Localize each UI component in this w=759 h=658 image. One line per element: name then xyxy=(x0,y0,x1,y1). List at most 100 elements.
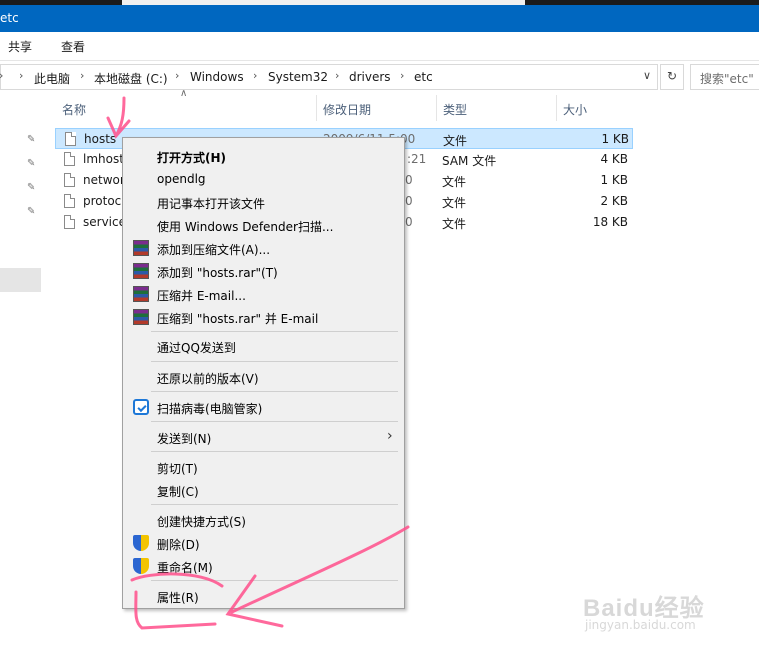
menu-item-label: 重命名(M) xyxy=(157,561,213,575)
menu-item-label: 添加到压缩文件(A)... xyxy=(157,243,271,257)
menu-item-properties[interactable]: 属性(R) xyxy=(123,585,404,607)
file-icon xyxy=(64,215,75,229)
menu-item-rename[interactable]: 重命名(M) xyxy=(123,555,404,577)
menu-item-create-shortcut[interactable]: 创建快捷方式(S) xyxy=(123,509,404,531)
file-date: 0 xyxy=(405,215,413,229)
tencent-shield-icon xyxy=(133,399,149,415)
menu-separator xyxy=(151,580,398,581)
refresh-button[interactable]: ↻ xyxy=(660,64,684,90)
menu-item-label: opendlg xyxy=(157,172,206,186)
menu-item-add-to-hosts-rar[interactable]: 添加到 "hosts.rar"(T) xyxy=(123,260,404,282)
menu-item-defender-scan[interactable]: 使用 Windows Defender扫描... xyxy=(123,214,404,236)
file-type: 文件 xyxy=(442,217,467,231)
menu-item-open-notepad[interactable]: 用记事本打开该文件 xyxy=(123,191,404,213)
address-bar[interactable]: › › 此电脑 › 本地磁盘 (C:) › Windows › System32… xyxy=(0,64,658,90)
breadcrumb-separator: › xyxy=(0,69,3,82)
pin-icon[interactable]: ✎ xyxy=(27,135,37,145)
pin-icon[interactable]: ✎ xyxy=(27,183,37,193)
menu-item-label: 打开方式(H) xyxy=(157,151,227,165)
search-input[interactable]: 搜索"etc" xyxy=(690,64,759,90)
menu-item-copy[interactable]: 复制(C) xyxy=(123,479,404,501)
file-icon xyxy=(65,132,76,146)
menu-separator xyxy=(151,361,398,362)
tab-share[interactable]: 共享 xyxy=(8,38,32,55)
file-size: 18 KB xyxy=(592,215,628,229)
search-placeholder: 搜索"etc" xyxy=(700,72,754,86)
window-title: etc xyxy=(0,11,19,25)
title-bar: etc xyxy=(0,0,759,32)
menu-separator xyxy=(151,331,398,332)
file-size: 2 KB xyxy=(600,194,628,208)
file-type: 文件 xyxy=(442,175,467,189)
menu-item-opendlg[interactable]: opendlg xyxy=(123,168,404,190)
winrar-icon xyxy=(133,286,149,302)
file-name: protoc xyxy=(83,194,122,208)
menu-item-send-via-qq[interactable]: 通过QQ发送到 xyxy=(123,335,404,357)
menu-item-open-with[interactable]: 打开方式(H) xyxy=(123,145,404,167)
refresh-icon: ↻ xyxy=(666,69,678,83)
nav-selected-item[interactable] xyxy=(0,268,41,292)
breadcrumb-drivers[interactable]: drivers xyxy=(349,70,391,84)
breadcrumb-etc[interactable]: etc xyxy=(414,70,433,84)
column-divider[interactable] xyxy=(556,95,557,121)
menu-item-virus-scan[interactable]: 扫描病毒(电脑管家) xyxy=(123,396,404,418)
breadcrumb-this-pc[interactable]: 此电脑 xyxy=(34,70,70,87)
pin-icon[interactable]: ✎ xyxy=(27,207,37,217)
file-name: hosts xyxy=(84,132,117,146)
file-size: 1 KB xyxy=(600,173,628,187)
column-header-type[interactable]: 类型 xyxy=(443,101,467,127)
breadcrumb-separator: › xyxy=(175,69,180,82)
pin-icon[interactable]: ✎ xyxy=(27,159,37,169)
file-icon xyxy=(64,194,75,208)
address-row: › › 此电脑 › 本地磁盘 (C:) › Windows › System32… xyxy=(0,61,759,91)
ribbon-tabs: 共享 查看 xyxy=(0,32,759,61)
column-divider[interactable] xyxy=(436,95,437,121)
menu-item-compress-email[interactable]: 压缩并 E-mail... xyxy=(123,283,404,305)
context-menu: 打开方式(H) opendlg 用记事本打开该文件 使用 Windows Def… xyxy=(122,137,405,609)
file-date: 0 xyxy=(405,194,413,208)
menu-item-label: 压缩到 "hosts.rar" 并 E-mail xyxy=(157,312,319,326)
menu-item-label: 扫描病毒(电脑管家) xyxy=(157,402,263,416)
chevron-down-icon[interactable]: ∨ xyxy=(643,69,651,82)
column-header-size[interactable]: 大小 xyxy=(563,101,587,127)
file-icon xyxy=(64,173,75,187)
menu-item-label: 通过QQ发送到 xyxy=(157,341,236,355)
taskbar-strip xyxy=(0,0,759,5)
file-date: 0 xyxy=(405,173,413,187)
breadcrumb-separator: › xyxy=(19,69,24,82)
menu-item-cut[interactable]: 剪切(T) xyxy=(123,456,404,478)
column-divider[interactable] xyxy=(316,95,317,121)
menu-item-compress-hosts-email[interactable]: 压缩到 "hosts.rar" 并 E-mail xyxy=(123,306,404,328)
column-header-date[interactable]: 修改日期 xyxy=(323,101,371,127)
breadcrumb-separator: › xyxy=(80,69,85,82)
tab-view[interactable]: 查看 xyxy=(61,38,85,55)
file-size: 1 KB xyxy=(601,132,629,146)
menu-separator xyxy=(151,451,398,452)
menu-item-label: 用记事本打开该文件 xyxy=(157,197,266,211)
file-date: :21 xyxy=(407,152,427,166)
menu-item-label: 发送到(N) xyxy=(157,432,212,446)
file-size: 4 KB xyxy=(600,152,628,166)
breadcrumb-drive-c[interactable]: 本地磁盘 (C:) xyxy=(94,70,168,87)
file-type: 文件 xyxy=(442,196,467,210)
file-name: networ xyxy=(83,173,125,187)
menu-item-label: 使用 Windows Defender扫描... xyxy=(157,220,334,234)
menu-item-add-to-archive[interactable]: 添加到压缩文件(A)... xyxy=(123,237,404,259)
winrar-icon xyxy=(133,240,149,256)
menu-item-restore-versions[interactable]: 还原以前的版本(V) xyxy=(123,366,404,388)
menu-item-send-to[interactable]: 发送到(N) › xyxy=(123,426,404,448)
menu-item-label: 还原以前的版本(V) xyxy=(157,372,259,386)
menu-item-delete[interactable]: 删除(D) xyxy=(123,532,404,554)
uac-shield-icon xyxy=(133,535,149,551)
menu-item-label: 属性(R) xyxy=(157,591,199,605)
menu-item-label: 剪切(T) xyxy=(157,462,198,476)
menu-separator xyxy=(151,504,398,505)
breadcrumb-separator: › xyxy=(253,69,258,82)
file-type: 文件 xyxy=(443,134,468,148)
breadcrumb-system32[interactable]: System32 xyxy=(268,70,328,84)
file-name: service xyxy=(83,215,126,229)
menu-item-label: 创建快捷方式(S) xyxy=(157,515,246,529)
menu-item-label: 复制(C) xyxy=(157,485,199,499)
column-header-name[interactable]: 名称 xyxy=(62,101,86,127)
breadcrumb-windows[interactable]: Windows xyxy=(190,70,244,84)
